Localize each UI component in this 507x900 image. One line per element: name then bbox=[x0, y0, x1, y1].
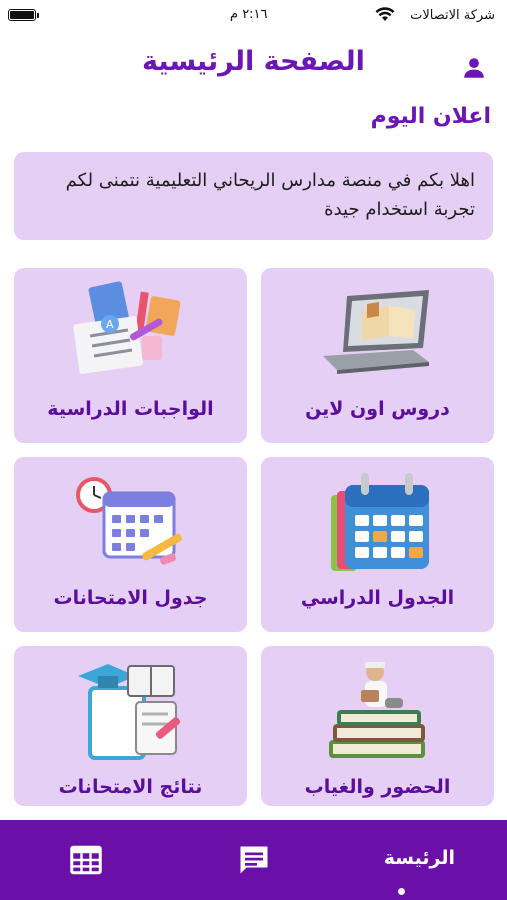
person-icon[interactable] bbox=[461, 55, 487, 81]
card-study-schedule[interactable]: الجدول الدراسي bbox=[261, 457, 494, 632]
announcement-text: اهلا بكم في منصة مدارس الريحاني التعليمي… bbox=[65, 170, 475, 220]
nav-schedule[interactable] bbox=[66, 820, 106, 900]
card-exam-schedule[interactable]: جدول الامتحانات bbox=[14, 457, 247, 632]
exam-results-icon bbox=[78, 664, 181, 760]
card-label: جدول الامتحانات bbox=[53, 587, 208, 609]
nav-home[interactable]: الرئيسة bbox=[357, 820, 477, 900]
card-exam-results[interactable]: نتائج الامتحانات bbox=[14, 646, 247, 806]
card-label: دروس اون لاين bbox=[305, 398, 450, 420]
battery-icon bbox=[8, 9, 39, 21]
announcement-title: اعلان اليوم bbox=[370, 104, 491, 129]
app-header: الصفحة الرئيسية bbox=[0, 34, 507, 96]
active-indicator-dot bbox=[398, 888, 405, 895]
homework-icon: A bbox=[73, 281, 181, 374]
exam-calendar-icon bbox=[76, 477, 182, 565]
table-icon bbox=[70, 845, 102, 875]
calendar-icon bbox=[331, 473, 429, 571]
nav-home-label: الرئيسة bbox=[383, 847, 455, 869]
card-attendance[interactable]: الحضور والغياب bbox=[261, 646, 494, 806]
nav-messages[interactable] bbox=[236, 820, 272, 900]
announcement-box: اهلا بكم في منصة مدارس الريحاني التعليمي… bbox=[14, 152, 493, 240]
card-label: نتائج الامتحانات bbox=[58, 776, 203, 798]
svg-text:A: A bbox=[106, 318, 114, 331]
wifi-icon bbox=[375, 7, 395, 21]
carrier-name: شركة الاتصالات bbox=[410, 8, 495, 23]
laptop-books-icon bbox=[323, 290, 429, 374]
card-label: الحضور والغياب bbox=[304, 776, 451, 798]
status-bar: شركة الاتصالات ٢:١٦ م bbox=[0, 0, 507, 34]
chat-icon bbox=[240, 846, 268, 874]
status-time: ٢:١٦ م bbox=[230, 7, 268, 22]
attendance-icon bbox=[329, 662, 425, 758]
bottom-nav: الرئيسة bbox=[0, 820, 507, 900]
card-online-lessons[interactable]: دروس اون لاين bbox=[261, 268, 494, 443]
card-homework[interactable]: A الواجبات الدراسية bbox=[14, 268, 247, 443]
page-title: الصفحة الرئيسية bbox=[142, 46, 365, 77]
card-label: الجدول الدراسي bbox=[300, 587, 455, 609]
card-label: الواجبات الدراسية bbox=[47, 398, 214, 420]
